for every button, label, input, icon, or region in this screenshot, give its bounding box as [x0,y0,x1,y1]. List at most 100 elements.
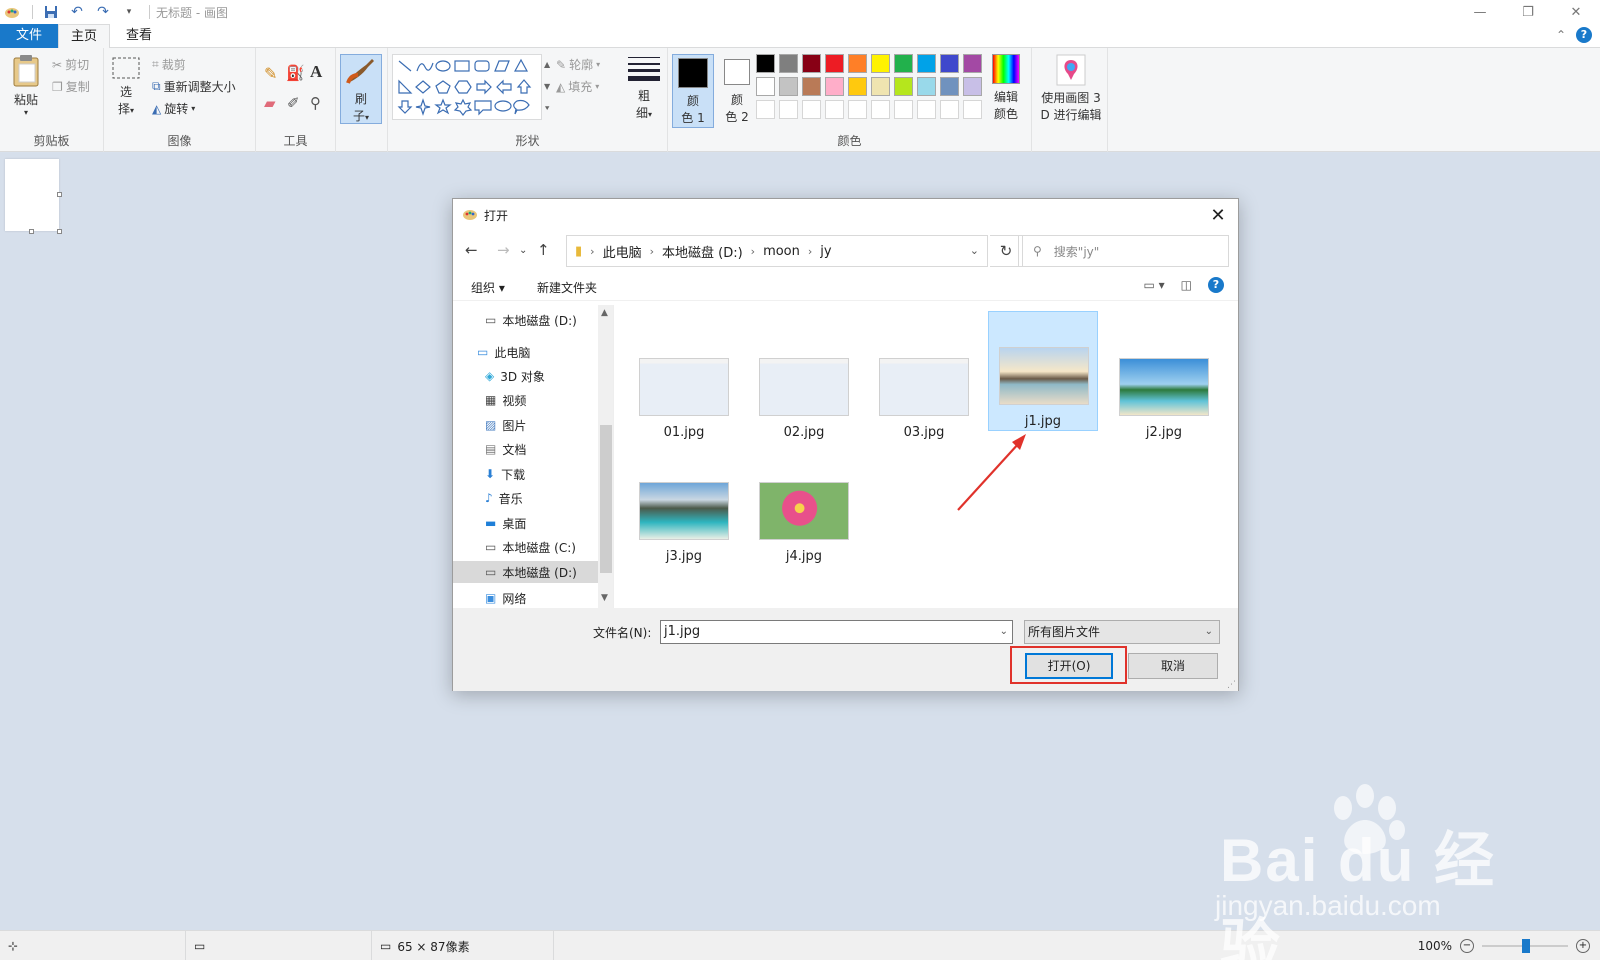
custom-color-swatch[interactable] [802,100,821,119]
tab-view[interactable]: 查看 [112,24,166,48]
undo-icon[interactable]: ↶ [69,4,85,20]
magnifier-icon[interactable]: ⚲ [310,94,321,112]
custom-color-swatch[interactable] [825,100,844,119]
color-swatch[interactable] [917,77,936,96]
color-swatch[interactable] [871,77,890,96]
crop-button[interactable]: ⌗ 裁剪 [152,56,186,73]
paint-canvas[interactable] [5,159,59,231]
file-type-select[interactable]: 所有图片文件 ⌄ [1024,620,1220,644]
customize-quick-access-icon[interactable]: ▾ [121,4,137,20]
nav-item[interactable]: ▨ 图片 [485,414,610,436]
scroll-up-icon[interactable]: ▲ [601,308,608,318]
edit-with-paint3d-button[interactable]: 使用画图 3 D 进行编辑 [1036,54,1106,123]
new-folder-button[interactable]: 新建文件夹 [537,279,597,296]
help-icon[interactable]: ? [1576,27,1592,43]
color2-button[interactable]: 颜 色 2 [718,54,756,125]
pencil-icon[interactable]: ✎ [264,64,277,83]
scroll-thumb[interactable] [600,425,612,573]
dialog-close-button[interactable]: ✕ [1206,203,1230,227]
color-swatch[interactable] [940,54,959,73]
eraser-icon[interactable]: ▰ [264,94,276,112]
copy-button[interactable]: ❐ 复制 [52,78,90,95]
custom-color-swatch[interactable] [871,100,890,119]
color-swatch[interactable] [894,77,913,96]
cut-button[interactable]: ✂ 剪切 [52,56,89,73]
forward-icon[interactable]: → [497,241,510,259]
color-swatch[interactable] [848,77,867,96]
file-item[interactable]: j3.jpg [629,441,739,564]
nav-item[interactable]: ▭ 本地磁盘 (D:) [485,309,610,331]
breadcrumb-item[interactable]: 本地磁盘 (D:) [662,242,743,261]
shapes-scroll[interactable]: ▲ ▼ ⯆ [544,54,554,120]
custom-color-swatch[interactable] [917,100,936,119]
file-item[interactable]: 02.jpg [749,317,859,440]
color-swatch[interactable] [871,54,890,73]
custom-color-swatch[interactable] [940,100,959,119]
resize-grip-icon[interactable]: ⋰ [1227,680,1236,690]
nav-item[interactable]: ▭ 本地磁盘 (C:) [485,536,610,558]
nav-item[interactable]: ◈ 3D 对象 [485,365,610,387]
breadcrumb-item[interactable]: moon [763,244,800,259]
size-button[interactable]: 粗 细▾ [624,54,664,121]
custom-color-swatch[interactable] [894,100,913,119]
color-swatch[interactable] [756,77,775,96]
nav-item[interactable]: ▬ 桌面 [485,512,610,534]
zoom-in-icon[interactable]: + [1576,939,1590,953]
custom-color-swatch[interactable] [848,100,867,119]
nav-scrollbar[interactable]: ▲ ▼ [598,305,613,608]
fill-bucket-icon[interactable]: ⛽ [286,64,305,82]
resize-handle-corner[interactable] [57,229,62,234]
recent-locations-icon[interactable]: ⌄ [519,245,527,256]
resize-handle-right[interactable] [57,192,62,197]
redo-icon[interactable]: ↷ [95,4,111,20]
color-swatch[interactable] [756,54,775,73]
color-swatch[interactable] [825,77,844,96]
cancel-button[interactable]: 取消 [1128,653,1218,679]
text-tool-icon[interactable]: A [310,62,322,82]
color-swatch[interactable] [940,77,959,96]
address-bar[interactable]: ▮ › 此电脑 › 本地磁盘 (D:) › moon › jy ⌄ [566,235,988,267]
rotate-button[interactable]: ◭ 旋转 ▾ [152,100,195,117]
color-swatch[interactable] [894,54,913,73]
color-picker-icon[interactable]: ✐ [287,94,300,112]
color-swatch[interactable] [963,77,982,96]
close-window-button[interactable]: ✕ [1552,0,1600,24]
file-item[interactable]: j1.jpg [988,311,1098,431]
select-button[interactable]: 选 择▾ [108,56,144,117]
resize-handle-bottom[interactable] [29,229,34,234]
color1-button[interactable]: 颜 色 1 [672,54,714,128]
help-icon[interactable]: ? [1208,277,1224,293]
custom-color-swatch[interactable] [756,100,775,119]
search-input[interactable]: ⚲ 搜索"jy" [1018,235,1229,267]
up-icon[interactable]: ↑ [537,241,550,259]
color-swatch[interactable] [825,54,844,73]
collapse-ribbon-icon[interactable]: ⌃ [1556,28,1566,42]
fill-button[interactable]: ◭ 填充 ▾ [556,78,599,95]
minimize-button[interactable]: — [1456,0,1504,24]
scroll-down-icon[interactable]: ▼ [601,593,608,603]
back-icon[interactable]: ← [465,241,478,259]
preview-pane-icon[interactable]: ◫ [1181,278,1192,292]
chevron-down-icon[interactable]: ⌄ [1000,621,1008,643]
shapes-gallery[interactable] [392,54,542,120]
custom-color-swatch[interactable] [963,100,982,119]
organize-button[interactable]: 组织 ▾ [471,279,505,296]
file-item[interactable]: j2.jpg [1109,317,1219,440]
breadcrumb-item[interactable]: jy [820,244,831,259]
nav-item[interactable]: ▣ 网络 [485,587,610,608]
change-view-icon[interactable]: ▭ ▾ [1143,278,1164,292]
color-swatch[interactable] [963,54,982,73]
color-swatch[interactable] [848,54,867,73]
color-swatch[interactable] [802,77,821,96]
nav-item[interactable]: ▭ 本地磁盘 (D:) [453,561,598,583]
edit-colors-button[interactable]: 编辑 颜色 [986,54,1026,122]
file-item[interactable]: 01.jpg [629,317,739,440]
restore-button[interactable]: ❐ [1504,0,1552,24]
resize-button[interactable]: ⧉ 重新调整大小 [152,78,236,95]
filename-input[interactable]: j1.jpg ⌄ [660,620,1013,644]
save-icon[interactable] [43,4,59,20]
outline-button[interactable]: ✎ 轮廓 ▾ [556,56,600,73]
nav-item[interactable]: ▦ 视频 [485,389,610,411]
file-item[interactable]: 03.jpg [869,317,979,440]
nav-item[interactable]: ⬇ 下载 [485,463,610,485]
